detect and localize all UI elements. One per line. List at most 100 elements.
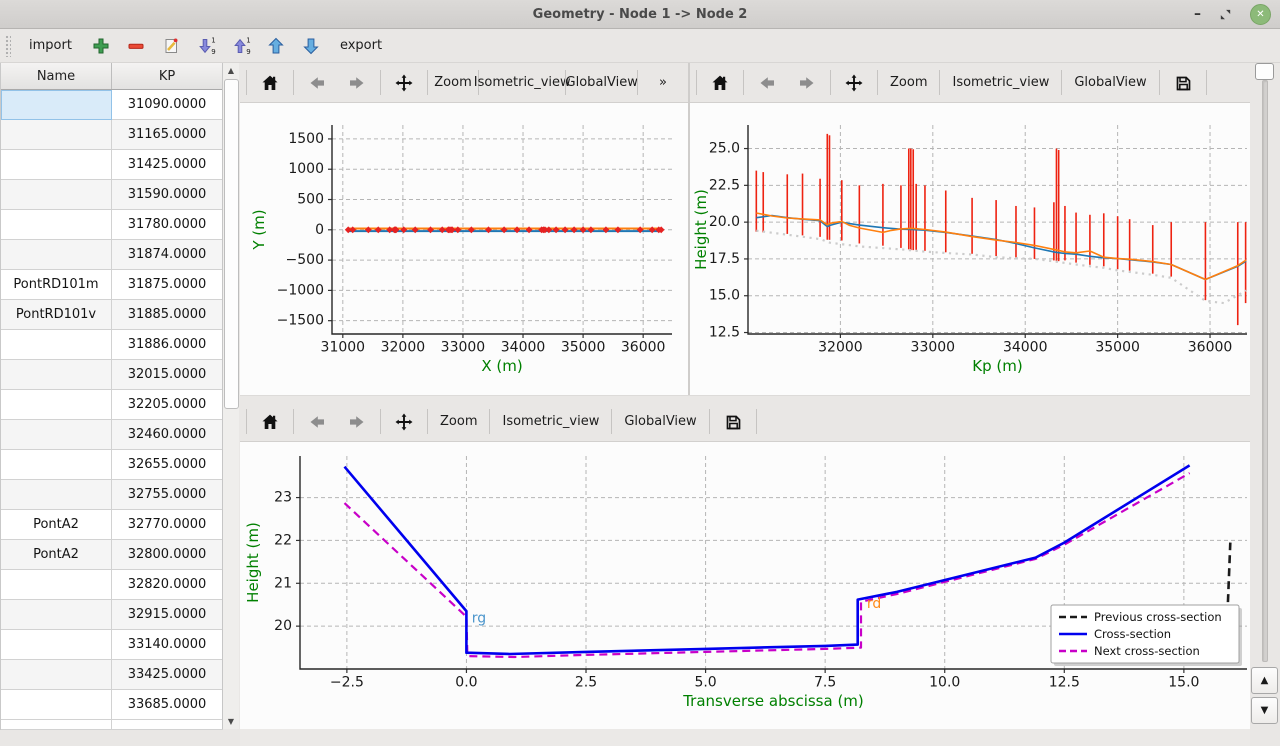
zoom-button[interactable]: Zoom bbox=[431, 408, 486, 436]
global-view-button[interactable]: GlobalView bbox=[615, 408, 705, 436]
kp-cell[interactable]: 33425.0000 bbox=[112, 660, 223, 690]
maximize-button[interactable] bbox=[1218, 7, 1233, 22]
section-up-button[interactable]: ▲ bbox=[1251, 667, 1278, 694]
minimize-button[interactable]: – bbox=[1194, 9, 1201, 19]
name-cell[interactable] bbox=[1, 210, 112, 240]
close-button[interactable]: ✕ bbox=[1250, 4, 1271, 25]
sort-descending-button[interactable]: 19 bbox=[228, 33, 254, 59]
name-cell[interactable] bbox=[1, 480, 112, 510]
global-view-button[interactable]: GlobalView bbox=[1065, 69, 1155, 97]
column-header-name[interactable]: Name bbox=[1, 63, 112, 89]
table-header: Name KP bbox=[1, 63, 223, 90]
long-profile-chart[interactable]: 320003300034000350003600012.515.017.520.… bbox=[690, 103, 1250, 395]
toolbar-overflow-button[interactable]: » bbox=[641, 69, 685, 97]
kp-cell[interactable]: 32820.0000 bbox=[112, 570, 223, 600]
name-cell[interactable] bbox=[1, 240, 112, 270]
save-figure-button[interactable] bbox=[713, 408, 753, 436]
kp-cell[interactable]: 31590.0000 bbox=[112, 180, 223, 210]
name-cell[interactable] bbox=[1, 330, 112, 360]
name-cell[interactable]: PontA2 bbox=[1, 510, 112, 540]
kp-cell[interactable]: 31780.0000 bbox=[112, 210, 223, 240]
name-cell[interactable] bbox=[1, 90, 112, 120]
name-cell[interactable] bbox=[1, 390, 112, 420]
pan-button[interactable] bbox=[834, 69, 874, 97]
name-cell[interactable] bbox=[1, 630, 112, 660]
pan-icon bbox=[394, 73, 414, 93]
scrollbar-down-arrow-icon[interactable]: ▼ bbox=[223, 714, 239, 729]
kp-cell[interactable]: 31885.0000 bbox=[112, 300, 223, 330]
home-button[interactable] bbox=[700, 69, 740, 97]
zoom-button[interactable]: Zoom bbox=[881, 69, 936, 97]
name-cell[interactable] bbox=[1, 690, 112, 720]
name-cell[interactable]: PontA2 bbox=[1, 540, 112, 570]
name-cell[interactable] bbox=[1, 600, 112, 630]
kp-cell[interactable]: 32800.0000 bbox=[112, 540, 223, 570]
kp-cell[interactable]: 32915.0000 bbox=[112, 600, 223, 630]
isometric-view-button[interactable]: Isometric_view bbox=[493, 408, 608, 436]
section-slider-thumb[interactable] bbox=[1255, 63, 1274, 80]
name-cell[interactable] bbox=[1, 150, 112, 180]
name-cell[interactable] bbox=[1, 420, 112, 450]
home-button[interactable] bbox=[250, 408, 290, 436]
sort-ascending-button[interactable]: 19 bbox=[193, 33, 219, 59]
svg-text:0: 0 bbox=[315, 222, 324, 238]
name-cell[interactable] bbox=[1, 450, 112, 480]
kp-cell[interactable]: 32015.0000 bbox=[112, 360, 223, 390]
kp-cell[interactable]: 32770.0000 bbox=[112, 510, 223, 540]
name-cell[interactable] bbox=[1, 180, 112, 210]
pan-button[interactable] bbox=[384, 69, 424, 97]
table-scrollbar[interactable]: ▲ ▼ bbox=[222, 63, 239, 729]
name-cell[interactable]: PontRD101m bbox=[1, 270, 112, 300]
kp-cell[interactable]: 31425.0000 bbox=[112, 150, 223, 180]
kp-cell[interactable]: 32205.0000 bbox=[112, 390, 223, 420]
horizontal-splitter[interactable] bbox=[240, 395, 1250, 402]
home-button[interactable] bbox=[250, 69, 290, 97]
column-header-kp[interactable]: KP bbox=[112, 63, 223, 89]
kp-cell[interactable]: 31090.0000 bbox=[112, 90, 223, 120]
pan-button[interactable] bbox=[384, 408, 424, 436]
forward-button[interactable] bbox=[337, 408, 377, 436]
import-button[interactable]: import bbox=[22, 34, 79, 57]
section-down-button[interactable]: ▼ bbox=[1251, 697, 1278, 724]
name-cell[interactable] bbox=[1, 720, 112, 730]
toolbar-drag-handle[interactable] bbox=[5, 35, 11, 57]
back-button[interactable] bbox=[297, 69, 337, 97]
name-cell[interactable] bbox=[1, 660, 112, 690]
section-slider-track[interactable] bbox=[1262, 80, 1268, 662]
svg-text:34000: 34000 bbox=[1003, 340, 1048, 356]
export-button[interactable]: export bbox=[333, 34, 389, 57]
name-cell[interactable] bbox=[1, 360, 112, 390]
kp-cell[interactable]: 33140.0000 bbox=[112, 630, 223, 660]
isometric-view-button[interactable]: Isometric_view bbox=[943, 69, 1058, 97]
zoom-button[interactable]: Zoom bbox=[431, 69, 475, 97]
name-cell[interactable]: PontRD101v bbox=[1, 300, 112, 330]
save-figure-button[interactable] bbox=[1163, 69, 1203, 97]
name-cell[interactable] bbox=[1, 570, 112, 600]
isometric-view-button[interactable]: Isometric_view bbox=[482, 69, 562, 97]
move-up-button[interactable] bbox=[263, 33, 289, 59]
cross-section-chart[interactable]: −2.50.02.55.07.510.012.515.020212223rgrd… bbox=[240, 442, 1250, 746]
kp-cell[interactable]: 33685.0000 bbox=[112, 690, 223, 720]
delete-row-button[interactable] bbox=[123, 33, 149, 59]
kp-cell[interactable]: 32755.0000 bbox=[112, 480, 223, 510]
kp-cell[interactable]: 32655.0000 bbox=[112, 450, 223, 480]
back-button[interactable] bbox=[297, 408, 337, 436]
forward-button[interactable] bbox=[337, 69, 377, 97]
table-scrollbar-thumb[interactable] bbox=[224, 79, 239, 409]
global-view-button[interactable]: GlobalView bbox=[569, 69, 634, 97]
forward-button[interactable] bbox=[787, 69, 827, 97]
kp-cell[interactable]: 31874.0000 bbox=[112, 240, 223, 270]
kp-cell[interactable] bbox=[112, 720, 223, 730]
add-row-button[interactable] bbox=[88, 33, 114, 59]
kp-cell[interactable]: 31875.0000 bbox=[112, 270, 223, 300]
kp-cell[interactable]: 31165.0000 bbox=[112, 120, 223, 150]
kp-cell[interactable]: 32460.0000 bbox=[112, 420, 223, 450]
move-down-button[interactable] bbox=[298, 33, 324, 59]
plan-view-chart[interactable]: 310003200033000340003500036000−1500−1000… bbox=[240, 103, 688, 395]
scrollbar-up-arrow-icon[interactable]: ▲ bbox=[223, 63, 239, 78]
back-button[interactable] bbox=[747, 69, 787, 97]
edit-button[interactable] bbox=[158, 33, 184, 59]
name-cell[interactable] bbox=[1, 120, 112, 150]
toolbar-separator bbox=[1159, 70, 1160, 95]
kp-cell[interactable]: 31886.0000 bbox=[112, 330, 223, 360]
